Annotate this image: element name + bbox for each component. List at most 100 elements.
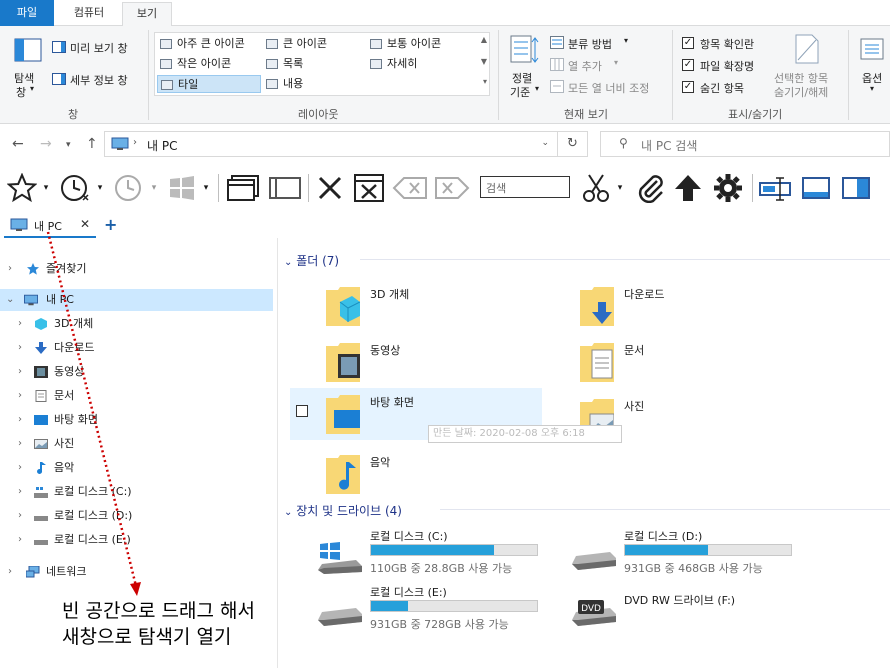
chevron-right-icon[interactable]: › <box>18 337 22 359</box>
drive-f-dvd[interactable]: DVD DVD RW 드라이브 (F:) <box>566 584 826 634</box>
navigation-pane-icon[interactable] <box>14 38 42 65</box>
layout-tiles[interactable]: 타일 <box>157 75 261 93</box>
paperclip-icon[interactable] <box>632 170 668 206</box>
preview-pane-toggle-icon[interactable] <box>838 170 874 206</box>
gallery-scroll-up-icon[interactable]: ▲ <box>481 35 487 44</box>
gallery-scroll-down-icon[interactable]: ▼ <box>481 57 487 66</box>
item-checkboxes-checkbox[interactable]: ✓ <box>682 37 694 49</box>
chevron-right-icon[interactable]: › <box>18 409 22 431</box>
tab-this-pc[interactable]: 내 PC ✕ <box>4 212 96 238</box>
chevron-right-icon[interactable]: › <box>18 529 22 551</box>
folder-downloads[interactable]: 다운로드 <box>544 280 794 330</box>
file-extensions-checkbox[interactable]: ✓ <box>682 59 694 71</box>
folder-videos[interactable]: 동영상 <box>290 336 540 386</box>
clear-left-icon[interactable] <box>390 170 430 206</box>
chevron-right-icon[interactable]: › <box>18 313 22 335</box>
parent-folder-arrow-icon[interactable] <box>670 170 706 206</box>
add-columns-dropdown-icon[interactable]: ▾ <box>614 58 618 67</box>
favorite-star-icon[interactable] <box>4 170 40 206</box>
forward-arrow-icon[interactable]: → <box>40 136 52 152</box>
chevron-right-icon[interactable]: › <box>18 481 22 503</box>
drives-section-header[interactable]: ⌄ 장치 및 드라이브 (4) <box>284 502 402 519</box>
gallery-more-icon[interactable]: ▾ <box>483 77 487 86</box>
history-clock-icon[interactable] <box>56 170 94 206</box>
chevron-right-icon[interactable]: › <box>18 433 22 455</box>
close-icon[interactable] <box>312 170 348 206</box>
hide-selected-icon[interactable] <box>794 34 820 67</box>
folder-music[interactable]: 음악 <box>290 448 540 498</box>
tab-close-icon[interactable]: ✕ <box>80 217 90 231</box>
tree-item-downloads[interactable]: › 다운로드 <box>0 337 275 359</box>
layout-view-icon[interactable] <box>798 170 834 206</box>
tree-item-network[interactable]: › 네트워크 <box>0 561 275 583</box>
tab-view[interactable]: 보기 <box>122 2 172 27</box>
tree-item-drive-d[interactable]: › 로컬 디스크 (D:) <box>0 505 275 527</box>
up-arrow-icon[interactable]: ↑ <box>86 136 98 152</box>
preview-pane-button[interactable]: 미리 보기 창 <box>70 40 128 56</box>
size-all-columns-button[interactable]: 모든 열 너비 조정 <box>568 80 649 96</box>
tree-item-pictures[interactable]: › 사진 <box>0 433 275 455</box>
tree-item-documents[interactable]: › 문서 <box>0 385 275 407</box>
options-dropdown-icon[interactable]: ▾ <box>870 84 874 93</box>
layout-content[interactable]: 내용 <box>263 75 303 93</box>
hidden-items-label[interactable]: 숨긴 항목 <box>700 80 744 96</box>
chevron-right-icon[interactable]: › <box>18 361 22 383</box>
tab-file[interactable]: 파일 <box>0 0 54 26</box>
rename-text-icon[interactable] <box>756 170 794 206</box>
item-checkboxes-label[interactable]: 항목 확인란 <box>700 36 754 52</box>
hidden-items-checkbox[interactable]: ✓ <box>682 81 694 93</box>
chevron-right-icon[interactable]: › <box>8 258 12 280</box>
address-dropdown-icon[interactable]: ⌄ <box>541 138 549 148</box>
add-columns-button[interactable]: 열 추가 <box>568 58 602 74</box>
chevron-down-icon[interactable]: ⌄ <box>6 289 14 311</box>
navigation-pane-label-2[interactable]: 창 <box>16 84 26 100</box>
cut-dropdown-icon[interactable]: ▾ <box>614 170 626 206</box>
drive-e[interactable]: 로컬 디스크 (E:) 931GB 중 728GB 사용 가능 <box>312 584 572 634</box>
new-tab-plus-icon[interactable]: + <box>104 215 117 234</box>
sort-dropdown-icon[interactable]: ▾ <box>535 84 539 93</box>
group-by-button[interactable]: 분류 방법 <box>568 36 612 52</box>
closed-history-icon[interactable] <box>110 170 148 206</box>
search-box[interactable]: ⚲ 내 PC 검색 <box>600 131 890 157</box>
chevron-right-icon[interactable]: › <box>8 561 12 583</box>
folder-documents[interactable]: 문서 <box>544 336 794 386</box>
sort-by-label-2[interactable]: 기준 <box>510 84 530 100</box>
new-window-icon[interactable] <box>224 170 262 206</box>
chevron-right-icon[interactable]: › <box>18 385 22 407</box>
search-input[interactable]: 내 PC 검색 <box>641 137 697 154</box>
tree-item-music[interactable]: › 음악 <box>0 457 275 479</box>
back-arrow-icon[interactable]: ← <box>12 136 24 152</box>
layout-list[interactable]: 목록 <box>263 55 303 73</box>
layout-extra-large-icons[interactable]: 아주 큰 아이콘 <box>157 35 245 53</box>
layout-medium-icons[interactable]: 보통 아이콘 <box>367 35 441 53</box>
drive-c[interactable]: 로컬 디스크 (C:) 110GB 중 28.8GB 사용 가능 <box>312 528 572 578</box>
favorite-dropdown-icon[interactable]: ▾ <box>40 170 52 206</box>
drive-d[interactable]: 로컬 디스크 (D:) 931GB 중 468GB 사용 가능 <box>566 528 826 578</box>
breadcrumb[interactable]: 내 PC <box>147 137 177 154</box>
group-by-dropdown-icon[interactable]: ▾ <box>624 36 628 45</box>
split-window-icon[interactable] <box>266 170 304 206</box>
layout-large-icons[interactable]: 큰 아이콘 <box>263 35 327 53</box>
tree-item-desktop[interactable]: › 바탕 화면 <box>0 409 275 431</box>
close-window-icon[interactable] <box>350 170 388 206</box>
tab-computer[interactable]: 컴퓨터 <box>58 2 120 26</box>
tree-item-drive-c[interactable]: › 로컬 디스크 (C:) <box>0 481 275 503</box>
chevron-right-icon[interactable]: › <box>18 457 22 479</box>
history-dropdown-icon[interactable]: ▾ <box>94 170 106 206</box>
recent-dropdown-icon[interactable]: ▾ <box>66 140 71 150</box>
tree-item-this-pc[interactable]: ⌄ 내 PC <box>0 289 273 311</box>
closed-history-dropdown-icon[interactable]: ▾ <box>148 170 160 206</box>
sort-by-icon[interactable] <box>510 34 540 69</box>
address-bar[interactable]: › 내 PC ⌄ <box>104 131 558 157</box>
folder-3d-objects[interactable]: 3D 개체 <box>290 280 540 330</box>
tree-item-drive-e[interactable]: › 로컬 디스크 (E:) <box>0 529 275 551</box>
folders-section-header[interactable]: ⌄ 폴더 (7) <box>284 252 339 269</box>
details-pane-button[interactable]: 세부 정보 창 <box>70 72 128 88</box>
settings-gear-icon[interactable] <box>710 170 746 206</box>
tree-item-quick-access[interactable]: › 즐겨찾기 <box>0 258 275 280</box>
windows-logo-icon[interactable] <box>164 170 200 206</box>
layout-small-icons[interactable]: 작은 아이콘 <box>157 55 231 73</box>
file-extensions-label[interactable]: 파일 확장명 <box>700 58 754 74</box>
nav-pane-dropdown-icon[interactable]: ▾ <box>30 84 34 93</box>
tree-item-videos[interactable]: › 동영상 <box>0 361 275 383</box>
